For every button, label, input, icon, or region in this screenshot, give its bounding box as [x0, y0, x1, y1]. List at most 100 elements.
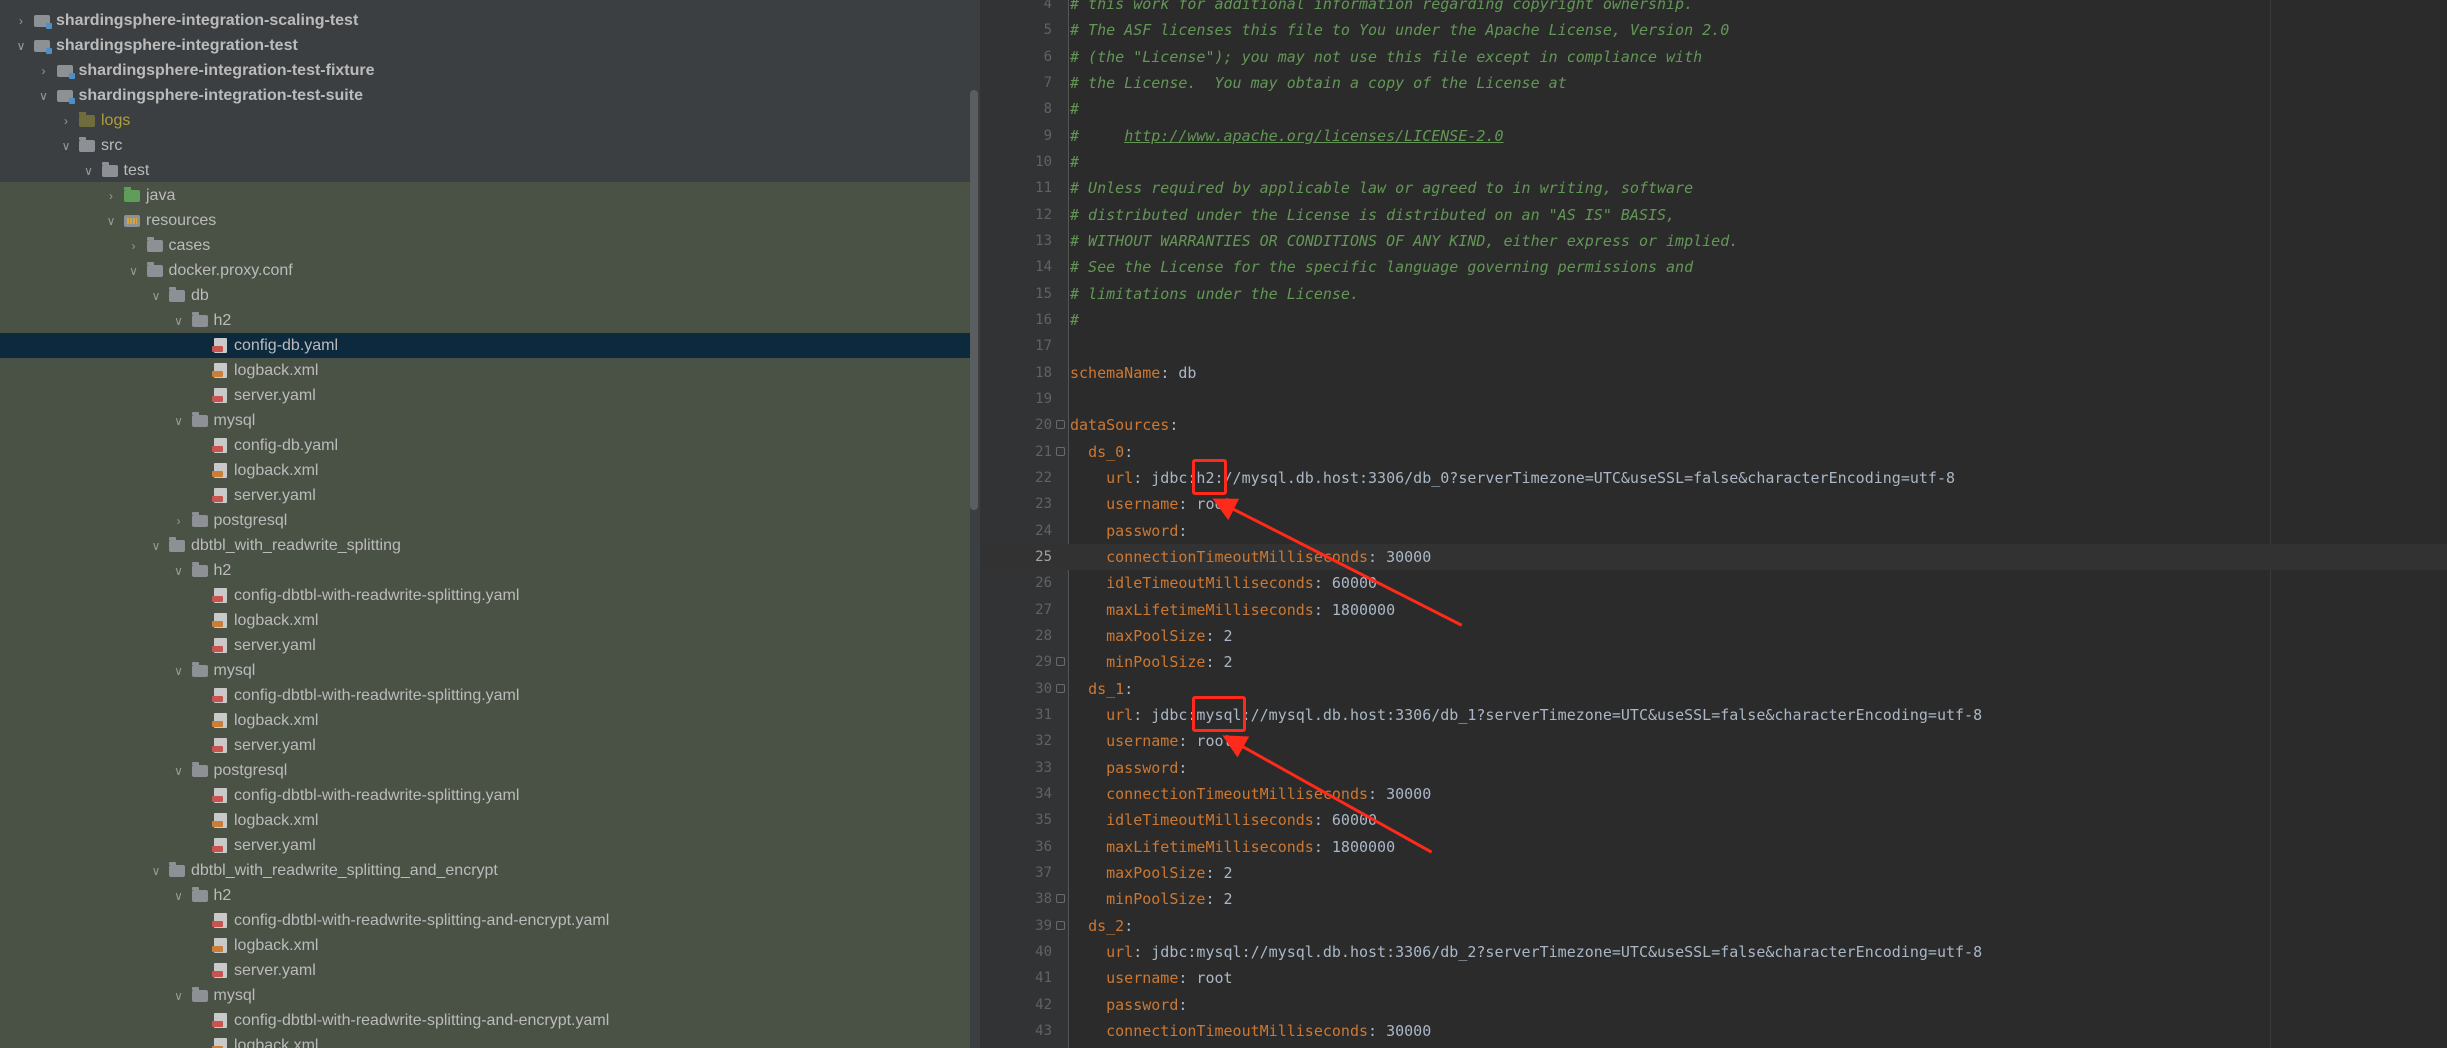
chevron-right-icon[interactable]: ›: [57, 114, 75, 128]
tree-item[interactable]: ∨ dbtbl_with_readwrite_splitting: [0, 533, 970, 558]
tree-item[interactable]: ›config-dbtbl-with-readwrite-splitting.y…: [0, 783, 970, 808]
tree-item[interactable]: ∨ resources: [0, 208, 970, 233]
tree-item[interactable]: ›logback.xml: [0, 358, 970, 383]
tree-scrollbar[interactable]: [970, 90, 978, 510]
chevron-down-icon[interactable]: ∨: [80, 164, 98, 178]
tree-item[interactable]: › shardingsphere-integration-scaling-test: [0, 8, 970, 33]
tree-item[interactable]: › cases: [0, 233, 970, 258]
chevron-right-icon[interactable]: ›: [35, 64, 53, 78]
folder-icon: [169, 536, 185, 552]
chevron-down-icon[interactable]: ∨: [170, 414, 188, 428]
tree-item[interactable]: ∨ mysql: [0, 408, 970, 433]
tree-item-label: postgresql: [213, 761, 288, 779]
tree-item[interactable]: ›server.yaml: [0, 383, 970, 408]
tree-item[interactable]: ›server.yaml: [0, 958, 970, 983]
tree-item-label: h2: [213, 886, 232, 904]
chevron-down-icon[interactable]: ∨: [170, 764, 188, 778]
module-folder-icon: [34, 14, 52, 29]
tree-item[interactable]: ›logback.xml: [0, 608, 970, 633]
yaml-file-icon: [212, 588, 227, 603]
yaml-file-icon: [212, 913, 227, 928]
tree-item-label: config-dbtbl-with-readwrite-splitting-an…: [234, 1011, 610, 1029]
tree-item[interactable]: ∨ shardingsphere-integration-test: [0, 33, 970, 58]
tree-item-label: h2: [213, 311, 232, 329]
tree-item[interactable]: ∨ dbtbl_with_readwrite_splitting_and_encr…: [0, 858, 970, 883]
xml-file-icon: [212, 613, 227, 628]
chevron-down-icon[interactable]: ∨: [147, 864, 165, 878]
folder-icon: [146, 261, 163, 277]
resources-folder-icon: [124, 214, 140, 227]
highlight-box: [1192, 458, 1228, 496]
tree-item[interactable]: ›config-db.yaml: [0, 333, 970, 358]
annotation-arrow: [1212, 498, 1463, 627]
tree-item-label: logback.xml: [234, 1036, 319, 1048]
chevron-down-icon[interactable]: ∨: [170, 664, 188, 678]
chevron-down-icon[interactable]: ∨: [147, 289, 165, 303]
tree-item[interactable]: ∨ mysql: [0, 658, 970, 683]
tree-item-label: db: [191, 286, 209, 304]
tree-item-label: config-db.yaml: [234, 336, 339, 354]
tree-item[interactable]: › logs: [0, 108, 970, 133]
tree-item[interactable]: ›config-db.yaml: [0, 433, 970, 458]
tree-item[interactable]: ›server.yaml: [0, 483, 970, 508]
chevron-right-icon[interactable]: ›: [170, 514, 188, 528]
chevron-right-icon[interactable]: ›: [125, 239, 143, 253]
chevron-down-icon[interactable]: ∨: [170, 989, 188, 1003]
tree-item[interactable]: ›config-dbtbl-with-readwrite-splitting.y…: [0, 583, 970, 608]
code-editor[interactable]: 4 # this work for additional information …: [980, 0, 2447, 1048]
tree-item[interactable]: ∨ db: [0, 283, 970, 308]
tree-item-label: logs: [101, 111, 131, 129]
tree-item[interactable]: ∨ test: [0, 158, 970, 183]
tree-item[interactable]: ›logback.xml: [0, 458, 970, 483]
tree-item-label: server.yaml: [234, 636, 316, 654]
tree-item[interactable]: › shardingsphere-integration-test-fixture: [0, 58, 970, 83]
xml-file-icon: [212, 938, 227, 953]
tree-item[interactable]: ›logback.xml: [0, 708, 970, 733]
tree-item-label: src: [101, 136, 123, 154]
tree-item-label: h2: [213, 561, 232, 579]
tree-item[interactable]: ∨ postgresql: [0, 758, 970, 783]
tree-item[interactable]: ∨ h2: [0, 558, 970, 583]
chevron-down-icon[interactable]: ∨: [170, 564, 188, 578]
tree-item-label: config-dbtbl-with-readwrite-splitting.ya…: [234, 586, 520, 604]
tree-item[interactable]: ∨ docker.proxy.conf: [0, 258, 970, 283]
excluded-folder-icon: [79, 111, 95, 127]
tree-item[interactable]: ›logback.xml: [0, 1033, 970, 1048]
chevron-down-icon[interactable]: ∨: [12, 39, 30, 53]
folder-icon: [191, 311, 208, 327]
tree-item-label: java: [146, 186, 176, 204]
yaml-file-icon: [212, 438, 227, 453]
tree-item-label: server.yaml: [234, 961, 316, 979]
tree-item-label: logback.xml: [234, 936, 319, 954]
chevron-right-icon[interactable]: ›: [102, 189, 120, 203]
chevron-right-icon[interactable]: ›: [12, 14, 30, 28]
tree-item[interactable]: ›logback.xml: [0, 808, 970, 833]
tree-item-label: config-dbtbl-with-readwrite-splitting.ya…: [234, 786, 520, 804]
yaml-file-icon: [212, 488, 227, 503]
tree-item[interactable]: › postgresql: [0, 508, 970, 533]
tree-item[interactable]: ∨ shardingsphere-integration-test-suite: [0, 83, 970, 108]
chevron-down-icon[interactable]: ∨: [170, 314, 188, 328]
tree-item[interactable]: ›config-dbtbl-with-readwrite-splitting-a…: [0, 1008, 970, 1033]
tree-item[interactable]: ∨ mysql: [0, 983, 970, 1008]
chevron-down-icon[interactable]: ∨: [35, 89, 53, 103]
tree-item-label: shardingsphere-integration-test-suite: [78, 86, 363, 104]
tree-item[interactable]: ∨ h2: [0, 883, 970, 908]
yaml-file-icon: [212, 738, 227, 753]
tree-item[interactable]: ›config-dbtbl-with-readwrite-splitting.y…: [0, 683, 970, 708]
folder-icon: [191, 661, 208, 677]
tree-item[interactable]: ∨ src: [0, 133, 970, 158]
tree-item[interactable]: › java: [0, 183, 970, 208]
chevron-down-icon[interactable]: ∨: [170, 889, 188, 903]
tree-item[interactable]: ›config-dbtbl-with-readwrite-splitting-a…: [0, 908, 970, 933]
tree-item[interactable]: ›server.yaml: [0, 733, 970, 758]
chevron-down-icon[interactable]: ∨: [147, 539, 165, 553]
tree-item-label: logback.xml: [234, 611, 319, 629]
tree-item[interactable]: ›server.yaml: [0, 633, 970, 658]
tree-item[interactable]: ∨ h2: [0, 308, 970, 333]
chevron-down-icon[interactable]: ∨: [102, 214, 120, 228]
chevron-down-icon[interactable]: ∨: [125, 264, 143, 278]
chevron-down-icon[interactable]: ∨: [57, 139, 75, 153]
tree-item[interactable]: ›logback.xml: [0, 933, 970, 958]
tree-item[interactable]: ›server.yaml: [0, 833, 970, 858]
